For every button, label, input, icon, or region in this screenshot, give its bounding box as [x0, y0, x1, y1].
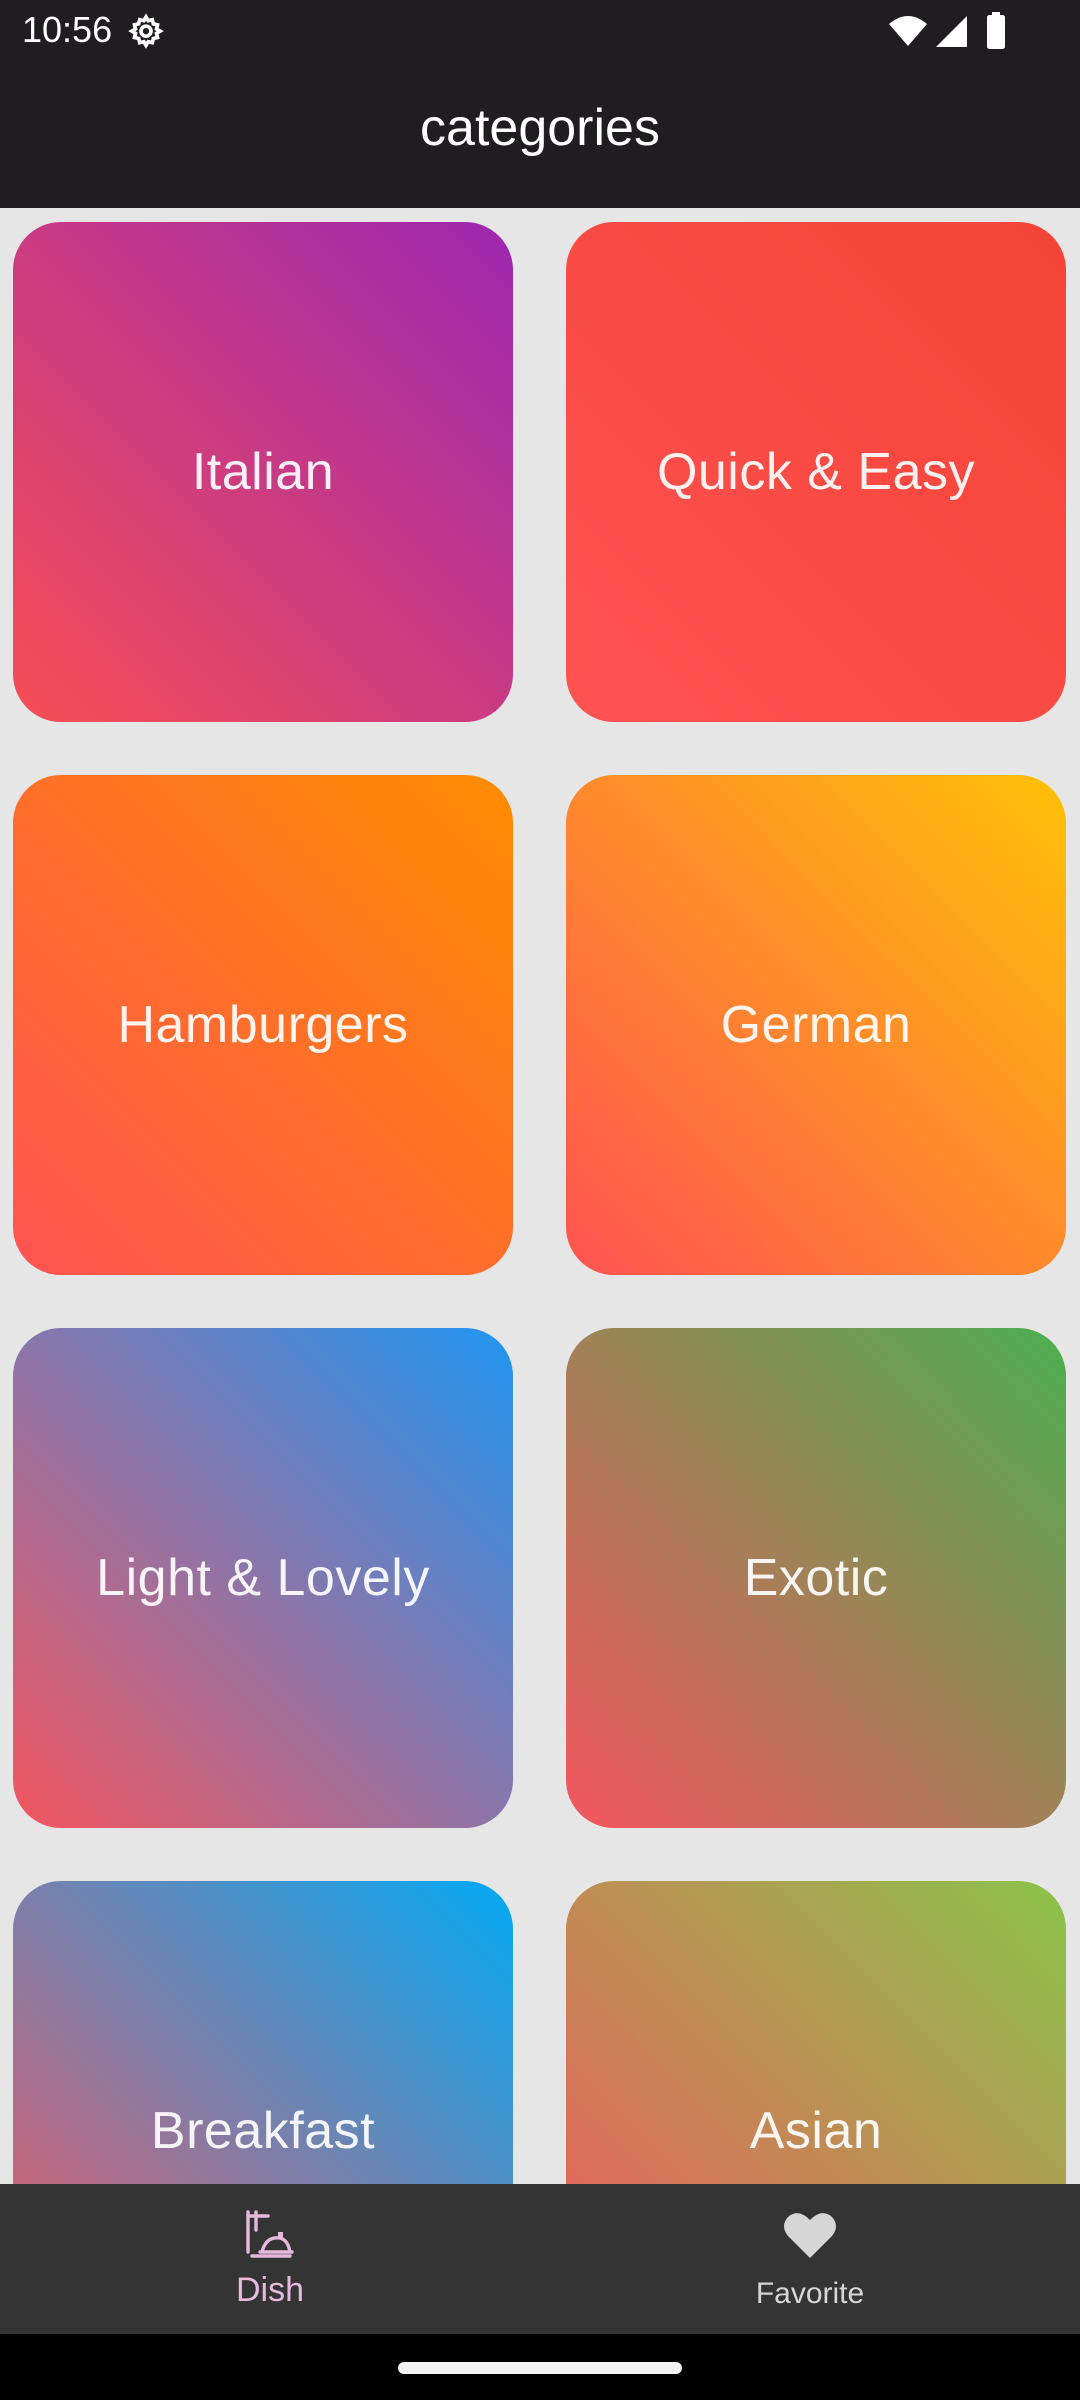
- category-label: Italian: [191, 443, 335, 501]
- home-gesture-handle[interactable]: [398, 2362, 682, 2374]
- status-time: 10:56: [22, 9, 113, 50]
- category-label: Asian: [749, 2102, 883, 2160]
- category-label: Breakfast: [150, 2102, 376, 2160]
- category-tile-breakfast[interactable]: Breakfast: [13, 1881, 513, 2184]
- category-label: Hamburgers: [117, 996, 409, 1054]
- battery-icon: [987, 12, 1005, 49]
- wifi-icon: [889, 16, 927, 46]
- heart-icon: [784, 2213, 836, 2258]
- signal-icon: [936, 16, 967, 47]
- nav-label-favorite: Favorite: [755, 2277, 865, 2310]
- nav-item-dish[interactable]: Dish: [0, 2184, 540, 2334]
- category-tile-italian[interactable]: Italian: [13, 222, 513, 722]
- category-label: Light & Lovely: [96, 1549, 430, 1607]
- nav-item-favorite[interactable]: Favorite: [540, 2184, 1080, 2334]
- gesture-navigation-bar: [0, 2334, 1080, 2400]
- category-label: German: [720, 996, 912, 1054]
- dish-icon: [246, 2210, 294, 2258]
- category-tile-german[interactable]: German: [566, 775, 1066, 1275]
- category-tile-hamburgers[interactable]: Hamburgers: [13, 775, 513, 1275]
- status-bar: 10:56: [0, 0, 1080, 62]
- category-grid: Italian Quick & Easy Hamburgers German L…: [0, 208, 1080, 2184]
- category-tile-light-lovely[interactable]: Light & Lovely: [13, 1328, 513, 1828]
- category-tile-exotic[interactable]: Exotic: [566, 1328, 1066, 1828]
- settings-gear-icon: [128, 13, 164, 49]
- app-bar: categories: [0, 62, 1080, 208]
- bottom-navigation: Dish Favorite: [0, 2184, 1080, 2334]
- category-tile-quick-easy[interactable]: Quick & Easy: [566, 222, 1066, 722]
- category-tile-asian[interactable]: Asian: [566, 1881, 1066, 2184]
- category-label: Quick & Easy: [656, 443, 976, 501]
- category-label: Exotic: [743, 1549, 889, 1607]
- nav-label-dish: Dish: [235, 2271, 305, 2309]
- page-title: categories: [420, 99, 660, 157]
